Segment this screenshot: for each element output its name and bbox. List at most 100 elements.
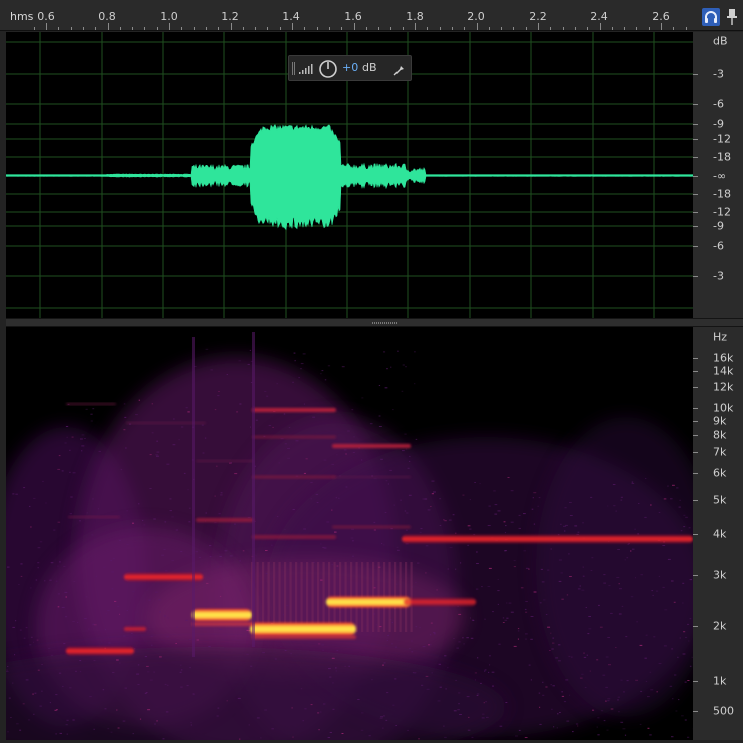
spectral-speckle	[360, 729, 364, 731]
spectral-speckle	[195, 551, 199, 553]
spectral-striation	[262, 562, 265, 632]
spectral-speckle	[268, 425, 272, 426]
headphones-icon[interactable]	[702, 8, 720, 26]
spectral-speckle	[143, 524, 146, 526]
spectral-speckle	[315, 493, 319, 495]
spectral-speckle	[23, 637, 26, 639]
spectral-speckle	[407, 729, 409, 731]
scale-tick	[693, 124, 698, 125]
spectral-frequency-display[interactable]	[6, 327, 693, 740]
spectral-speckle	[517, 628, 520, 630]
spectral-speckle	[620, 679, 623, 681]
spectral-speckle	[599, 626, 603, 628]
spectral-speckle	[426, 688, 430, 690]
frequency-label: 10k	[713, 401, 734, 415]
spectral-speckle	[351, 409, 354, 411]
spectral-speckle	[380, 716, 384, 718]
spectral-speckle	[124, 687, 128, 689]
spectral-speckle	[653, 636, 656, 638]
spectral-speckle	[494, 504, 498, 506]
frequency-label: 2k	[713, 619, 727, 633]
spectral-speckle	[476, 695, 479, 696]
drag-handle-icon[interactable]	[292, 62, 295, 75]
amplitude-label: -12	[713, 132, 731, 146]
spectral-speckle	[460, 562, 462, 564]
spectral-speckle	[411, 640, 413, 642]
volume-hud[interactable]: +0 dB	[288, 55, 412, 81]
spectral-speckle	[104, 708, 107, 710]
ruler-tick	[439, 27, 441, 30]
spectral-speckle	[492, 685, 495, 687]
pin-icon[interactable]	[393, 64, 404, 76]
spectral-speckle	[343, 449, 347, 451]
spectral-speckle	[510, 490, 514, 492]
spectral-speckle	[318, 729, 320, 731]
spectral-speckle	[247, 363, 250, 365]
spectral-speckle	[107, 609, 110, 611]
spectral-speckle	[239, 560, 241, 562]
scale-tick	[693, 534, 698, 535]
spectral-speckle	[507, 477, 510, 478]
spectral-speckle	[518, 527, 521, 529]
spectral-speckle	[110, 560, 113, 562]
spectral-speckle	[585, 607, 587, 608]
pane-divider[interactable]	[6, 318, 743, 327]
spectral-speckle	[565, 679, 569, 681]
spectral-speckle	[540, 568, 543, 570]
spectral-speckle	[636, 621, 638, 623]
volume-knob-icon[interactable]	[319, 60, 337, 78]
spectral-speckle	[502, 622, 505, 623]
frequency-label: 5k	[713, 493, 727, 507]
amplitude-label: -3	[713, 269, 724, 283]
spectral-speckle	[266, 395, 269, 397]
spectral-speckle	[581, 673, 584, 675]
spectral-speckle	[37, 567, 39, 569]
spectral-speckle	[588, 616, 591, 617]
spectral-speckle	[25, 627, 28, 629]
spectral-speckle	[30, 636, 33, 638]
spectral-speckle	[149, 679, 153, 681]
spectral-speckle	[119, 662, 121, 664]
spectral-speckle	[466, 696, 470, 698]
spectral-speckle	[488, 671, 490, 673]
spectral-speckle	[558, 580, 562, 582]
spectral-speckle	[344, 665, 346, 667]
spectral-speckle	[205, 512, 207, 514]
spectral-speckle	[565, 524, 568, 526]
spectral-speckle	[66, 719, 69, 721]
spectral-speckle	[682, 602, 684, 604]
spectral-speckle	[469, 499, 471, 501]
spectral-speckle	[181, 426, 184, 428]
spectral-speckle	[679, 499, 682, 501]
spectral-speckle	[49, 702, 51, 704]
volume-value[interactable]: +0	[342, 61, 358, 74]
spectral-speckle	[530, 679, 533, 681]
spectral-speckle	[276, 516, 279, 517]
spectral-speckle	[130, 633, 133, 634]
pin-icon[interactable]	[725, 7, 739, 27]
spectral-speckle	[81, 434, 85, 436]
spectral-speckle	[126, 610, 129, 611]
spectral-speckle	[506, 602, 508, 604]
spectral-speckle	[179, 671, 182, 673]
spectral-speckle	[518, 514, 521, 516]
spectral-speckle	[561, 598, 564, 600]
ruler-tick	[538, 23, 539, 30]
spectral-striation	[317, 562, 320, 632]
spectral-speckle	[341, 366, 345, 368]
spectral-speckle	[569, 515, 573, 516]
spectral-speckle	[662, 545, 666, 546]
spectral-speckle	[292, 509, 295, 510]
amplitude-scale[interactable]: dB -3 -6 -9 -12 -18 -∞ -18 -12 -9 -6 -3	[693, 32, 743, 318]
frequency-scale[interactable]: Hz 16k 14k 12k 10k 9k 8k 7k 6k 5k 4k 3k …	[693, 327, 743, 740]
spectral-speckle	[525, 633, 528, 635]
spectral-speckle	[590, 496, 593, 498]
spectral-speckle	[384, 512, 387, 513]
spectral-speckle	[684, 719, 687, 721]
time-ruler[interactable]: hms 0.6 0.8 1.0 1.2 1.4 1.6 1.8 2.0 2.2 …	[0, 0, 743, 31]
spectral-speckle	[30, 526, 32, 528]
spectral-speckle	[331, 657, 335, 659]
spectral-speckle	[415, 581, 417, 583]
spectral-speckle	[631, 483, 635, 484]
divider-grip-icon[interactable]	[372, 322, 398, 324]
